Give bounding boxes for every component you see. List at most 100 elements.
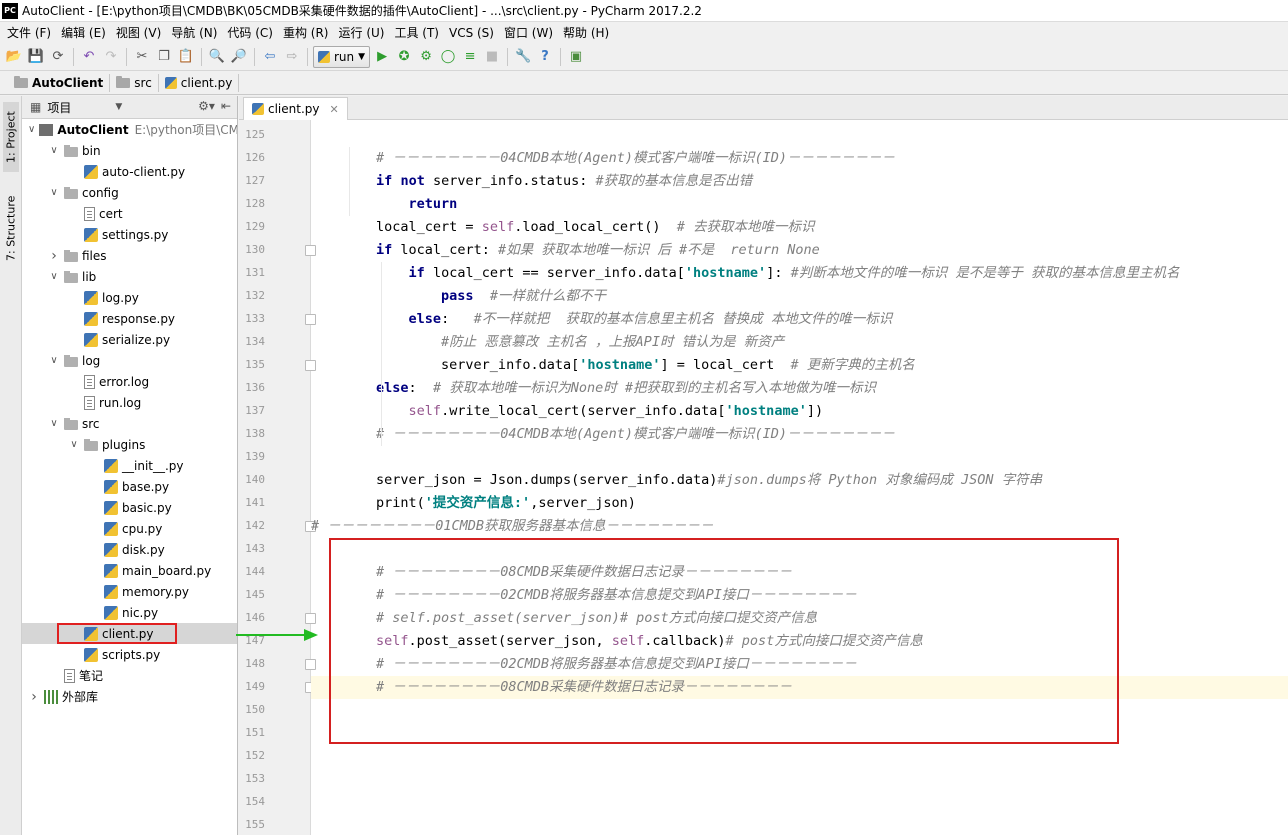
menu-item[interactable]: 导航 (N) <box>166 24 222 41</box>
tab-project[interactable]: 1: Project <box>3 102 19 172</box>
tree-item[interactable]: 笔记 <box>22 665 237 686</box>
tree-item[interactable]: __init__.py <box>22 455 237 476</box>
tree-item[interactable]: memory.py <box>22 581 237 602</box>
menu-item[interactable]: 代码 (C) <box>222 24 278 41</box>
code-line[interactable] <box>311 446 1288 469</box>
tree-item[interactable]: ∨ plugins <box>22 434 237 455</box>
tree-item[interactable]: ∨ log <box>22 350 237 371</box>
tree-item[interactable]: settings.py <box>22 224 237 245</box>
open-folder-icon[interactable]: 📂 <box>4 47 24 67</box>
menu-item[interactable]: 编辑 (E) <box>56 24 111 41</box>
tree-item[interactable]: basic.py <box>22 497 237 518</box>
code-line[interactable] <box>311 814 1288 835</box>
undo-icon[interactable]: ↶ <box>79 47 99 67</box>
close-icon[interactable]: ✕ <box>330 103 339 116</box>
chevron-down-icon[interactable]: ▼ <box>115 102 122 112</box>
menu-item[interactable]: 帮助 (H) <box>558 24 614 41</box>
tab-client-py[interactable]: client.py ✕ <box>243 97 348 120</box>
chevron-down-icon[interactable]: ∨ <box>48 355 60 366</box>
code-line[interactable]: if local_cert == server_info.data['hostn… <box>311 262 1288 285</box>
code-line[interactable]: self.write_local_cert(server_info.data['… <box>311 400 1288 423</box>
tree-item[interactable]: cert <box>22 203 237 224</box>
tree-item[interactable]: ∨ config <box>22 182 237 203</box>
code-line[interactable]: if not server_info.status: #获取的基本信息是否出错 <box>311 170 1288 193</box>
profile-icon[interactable]: ◯ <box>438 47 458 67</box>
menu-item[interactable]: 视图 (V) <box>111 24 166 41</box>
chevron-down-icon[interactable]: ∨ <box>48 187 60 198</box>
code-line[interactable]: local_cert = self.load_local_cert() # 去获… <box>311 216 1288 239</box>
code-line[interactable]: return <box>311 193 1288 216</box>
find-icon[interactable]: 🔍 <box>207 47 227 67</box>
tree-item[interactable]: › 外部库 <box>22 686 237 707</box>
tree-item[interactable]: ∨ bin <box>22 140 237 161</box>
run-icon[interactable]: ▶ <box>372 47 392 67</box>
menu-item[interactable]: 文件 (F) <box>2 24 56 41</box>
plugin-icon[interactable]: ▣ <box>566 47 586 67</box>
code-line[interactable] <box>311 768 1288 791</box>
save-icon[interactable]: 💾 <box>26 47 46 67</box>
menu-item[interactable]: 窗口 (W) <box>499 24 558 41</box>
code-line[interactable]: if local_cert: #如果 获取本地唯一标识 后 #不是 return… <box>311 239 1288 262</box>
menu-item[interactable]: VCS (S) <box>444 26 499 40</box>
tree-item[interactable]: ∨ src <box>22 413 237 434</box>
code-line[interactable]: else: #不一样就把 获取的基本信息里主机名 替换成 本地文件的唯一标识 <box>311 308 1288 331</box>
tab-structure[interactable]: 7: Structure <box>3 188 19 268</box>
code-line[interactable] <box>311 124 1288 147</box>
chevron-down-icon[interactable]: ∨ <box>68 439 80 450</box>
tree-item[interactable]: scripts.py <box>22 644 237 665</box>
tree-item[interactable]: › files <box>22 245 237 266</box>
gear-icon[interactable]: ⚙▾ <box>198 99 215 113</box>
code-line[interactable]: server_json = Json.dumps(server_info.dat… <box>311 469 1288 492</box>
settings-icon[interactable]: 🔧 <box>513 47 533 67</box>
project-panel-title[interactable]: 项目 <box>47 99 71 116</box>
tree-item[interactable]: ∨ lib <box>22 266 237 287</box>
tree-item[interactable]: disk.py <box>22 539 237 560</box>
menu-item[interactable]: 工具 (T) <box>389 24 444 41</box>
tree-item[interactable]: auto-client.py <box>22 161 237 182</box>
coverage-icon[interactable]: ⚙ <box>416 47 436 67</box>
hide-panel-icon[interactable]: ⇤ <box>221 99 231 113</box>
code-line[interactable]: else: # 获取本地唯一标识为None时 #把获取到的主机名写入本地做为唯一… <box>311 377 1288 400</box>
copy-icon[interactable]: ❐ <box>154 47 174 67</box>
code-line[interactable]: #防止 恶意篡改 主机名 ，上报API时 错认为是 新资产 <box>311 331 1288 354</box>
code-line[interactable]: # －－－－－－－－04CMDB本地(Agent)模式客户端唯一标识(ID)－－… <box>311 147 1288 170</box>
tree-item[interactable]: ∨ AutoClient E:\python项目\CM <box>22 119 237 140</box>
code-line[interactable]: pass #一样就什么都不干 <box>311 285 1288 308</box>
code-line[interactable]: # －－－－－－－－04CMDB本地(Agent)模式客户端唯一标识(ID)－－… <box>311 423 1288 446</box>
tree-item[interactable]: response.py <box>22 308 237 329</box>
tree-item[interactable]: log.py <box>22 287 237 308</box>
replace-icon[interactable]: 🔎 <box>229 47 249 67</box>
breadcrumb-item[interactable]: client.py <box>159 74 240 92</box>
cut-icon[interactable]: ✂ <box>132 47 152 67</box>
code-line[interactable] <box>311 745 1288 768</box>
code-line[interactable]: # －－－－－－－－01CMDB获取服务器基本信息－－－－－－－－ <box>311 515 1288 538</box>
chevron-right-icon[interactable]: › <box>28 689 40 705</box>
help-icon[interactable]: ? <box>535 47 555 67</box>
menu-item[interactable]: 运行 (U) <box>334 24 390 41</box>
code-line[interactable]: print('提交资产信息:',server_json) <box>311 492 1288 515</box>
stop-icon[interactable]: ■ <box>482 47 502 67</box>
tree-item[interactable]: run.log <box>22 392 237 413</box>
code-line[interactable]: server_info.data['hostname'] = local_cer… <box>311 354 1288 377</box>
concurrency-icon[interactable]: ≡ <box>460 47 480 67</box>
tree-item[interactable]: nic.py <box>22 602 237 623</box>
tree-item[interactable]: serialize.py <box>22 329 237 350</box>
breadcrumb-item[interactable]: AutoClient <box>8 74 111 92</box>
sync-icon[interactable]: ⟳ <box>48 47 68 67</box>
tree-item[interactable]: error.log <box>22 371 237 392</box>
tree-item[interactable]: main_board.py <box>22 560 237 581</box>
chevron-down-icon[interactable]: ∨ <box>48 145 60 156</box>
code-line[interactable] <box>311 791 1288 814</box>
menu-item[interactable]: 重构 (R) <box>278 24 334 41</box>
forward-icon[interactable]: ⇨ <box>282 47 302 67</box>
debug-icon[interactable]: ✪ <box>394 47 414 67</box>
tree-item[interactable]: cpu.py <box>22 518 237 539</box>
chevron-down-icon[interactable]: ∨ <box>48 418 60 429</box>
breadcrumb-item[interactable]: src <box>110 74 159 92</box>
back-icon[interactable]: ⇦ <box>260 47 280 67</box>
tree-item[interactable]: base.py <box>22 476 237 497</box>
chevron-down-icon[interactable]: ∨ <box>28 124 35 135</box>
run-configuration-select[interactable]: run ▼ <box>313 45 371 68</box>
chevron-down-icon[interactable]: ∨ <box>48 271 60 282</box>
chevron-right-icon[interactable]: › <box>48 248 60 264</box>
